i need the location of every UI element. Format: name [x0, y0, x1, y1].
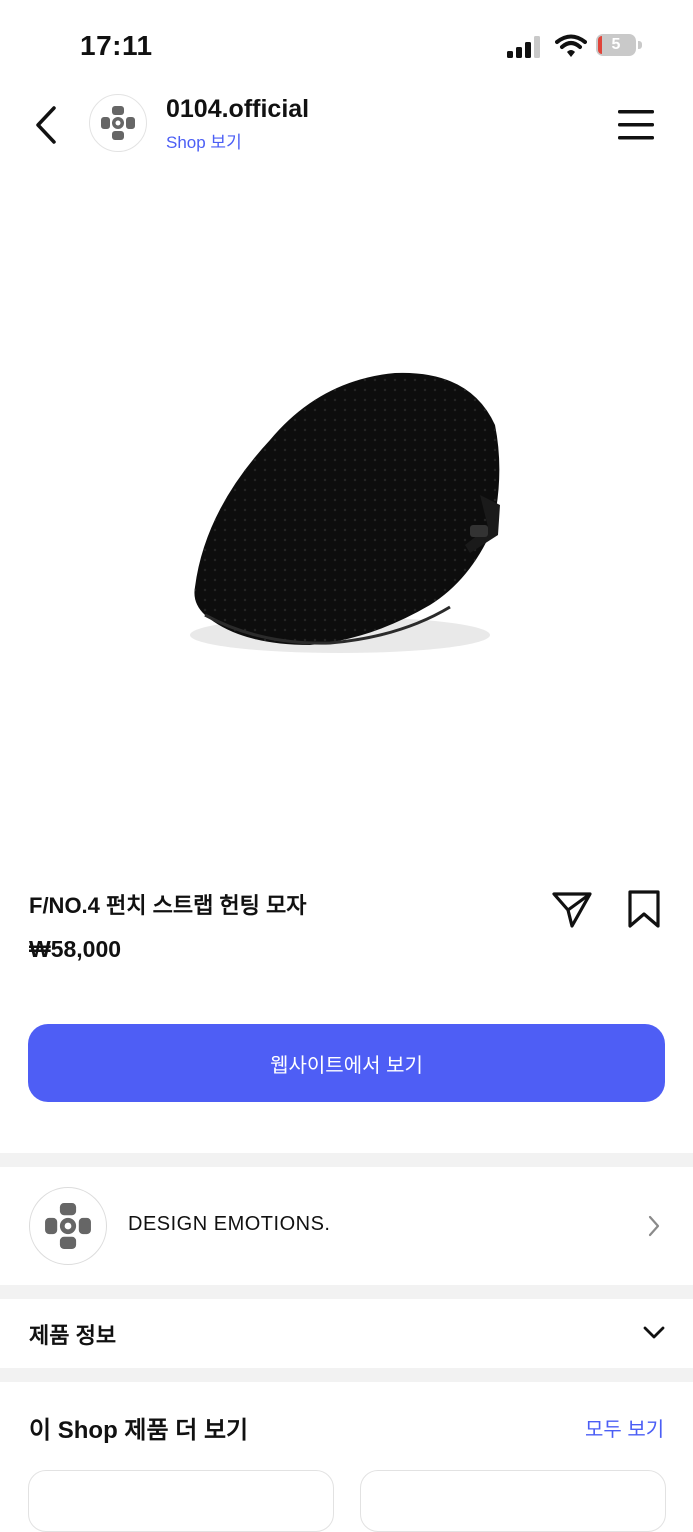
status-time: 17:11	[80, 30, 153, 61]
brand-avatar[interactable]	[29, 1187, 107, 1265]
view-shop-link[interactable]: Shop 보기	[166, 128, 242, 153]
section-divider	[0, 1153, 693, 1167]
wifi-icon	[555, 34, 587, 57]
battery-icon: 5	[596, 34, 642, 58]
product-price: ₩58,000	[29, 936, 122, 962]
brand-logo-icon	[45, 1203, 91, 1249]
chevron-down-icon[interactable]	[642, 1325, 666, 1341]
product-card[interactable]	[360, 1470, 666, 1532]
brand-name: DESIGN EMOTIONS.	[128, 1213, 331, 1235]
shop-avatar[interactable]	[89, 94, 147, 152]
view-on-website-button[interactable]: 웹사이트에서 보기	[28, 1024, 665, 1102]
brand-logo-icon	[101, 106, 135, 140]
cellular-signal-icon	[507, 36, 540, 58]
section-divider	[0, 1368, 693, 1382]
chevron-right-icon	[648, 1215, 660, 1237]
battery-level: 5	[611, 36, 621, 53]
chevron-left-icon[interactable]	[30, 104, 64, 146]
see-all-link[interactable]: 모두 보기	[585, 1413, 664, 1442]
product-image[interactable]	[0, 175, 693, 845]
hamburger-menu-icon[interactable]	[616, 108, 656, 142]
shop-name[interactable]: 0104.official	[166, 95, 309, 124]
bookmark-icon[interactable]	[626, 888, 662, 930]
product-title: F/NO.4 펀치 스트랩 헌팅 모자	[29, 893, 307, 918]
product-info-label: 제품 정보	[29, 1323, 117, 1348]
paper-plane-icon[interactable]	[550, 888, 594, 930]
more-from-shop-title: 이 Shop 제품 더 보기	[29, 1417, 249, 1444]
product-card[interactable]	[28, 1470, 334, 1532]
section-divider	[0, 1285, 693, 1299]
